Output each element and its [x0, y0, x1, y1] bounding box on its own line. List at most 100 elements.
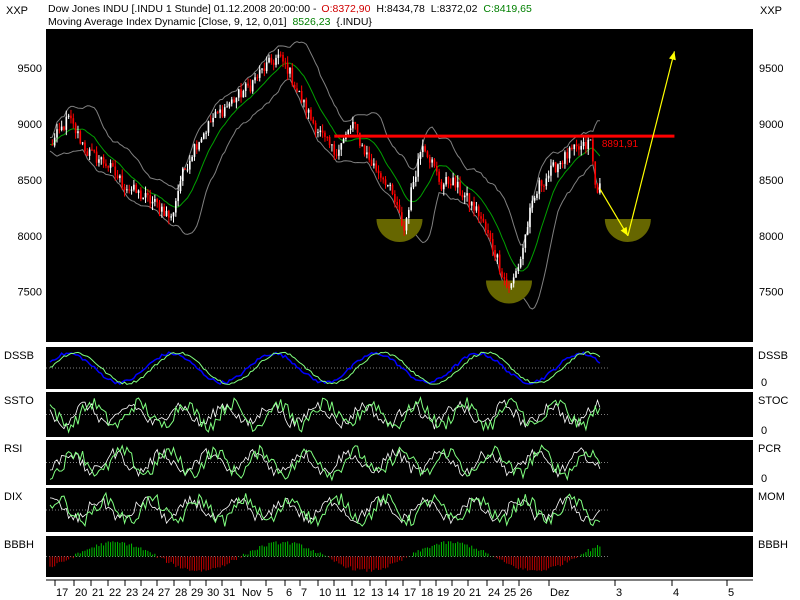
x-tick-label: Dez: [550, 587, 570, 599]
indicator-right-label: BBBH: [758, 539, 788, 551]
x-tick-label: 13: [371, 587, 383, 599]
candle-body: [438, 171, 440, 182]
candle-body: [394, 193, 396, 203]
indicator-tick-label: 0: [761, 425, 767, 437]
candle-body: [354, 121, 357, 124]
candle-body: [310, 109, 312, 120]
candle-body: [230, 99, 233, 104]
candle-body: [72, 118, 75, 124]
candle-body: [126, 189, 128, 191]
candle-body: [242, 90, 245, 98]
candle-body: [414, 176, 417, 182]
candle-body: [384, 179, 387, 186]
x-tick-label: 21: [469, 587, 481, 599]
resistance-label: 8891,91: [602, 139, 639, 150]
candle-body: [517, 267, 520, 272]
x-tick-label: 28: [175, 587, 187, 599]
candle-body: [531, 200, 534, 208]
candle-body: [405, 217, 408, 231]
candle-body: [482, 218, 485, 222]
candle-body: [554, 162, 557, 173]
x-tick-label: 27: [158, 587, 170, 599]
candle-body: [214, 111, 217, 118]
candle-body: [93, 149, 96, 152]
candle-body: [575, 144, 578, 147]
chart: 8891,91 DSSB DSSB 0 SSTO STOC 0 RSI PCR 0 DIX MOM B…: [4, 3, 788, 599]
candle-body: [366, 152, 368, 155]
candle-body: [88, 149, 91, 156]
candle-body: [156, 199, 159, 203]
candle-body: [557, 164, 559, 173]
candle-body: [435, 165, 438, 172]
y-tick-label-left: 9000: [18, 119, 42, 131]
candle-body: [466, 193, 468, 196]
candle-body: [58, 129, 61, 131]
candle-body: [256, 77, 259, 79]
candle-body: [181, 168, 184, 182]
candle-body: [147, 193, 149, 196]
candle-body: [77, 131, 79, 134]
candle-body: [63, 126, 65, 130]
candle-body: [550, 165, 552, 176]
candle-body: [123, 187, 126, 191]
candle-body: [421, 146, 424, 153]
candle-body: [449, 183, 452, 186]
candle-body: [452, 177, 454, 186]
x-tick-label: 18: [421, 587, 433, 599]
candle-body: [314, 123, 317, 133]
candle-body: [277, 54, 280, 58]
candle-body: [130, 189, 133, 191]
x-tick-label: 24: [142, 587, 154, 599]
candle-body: [235, 97, 238, 103]
candle-body: [342, 138, 345, 144]
candle-body: [454, 177, 457, 188]
candle-body: [188, 160, 191, 170]
candle-body: [431, 159, 433, 163]
candle-body: [501, 271, 503, 278]
candle-body: [545, 178, 548, 187]
candle-body: [263, 68, 266, 72]
candle-body: [512, 277, 515, 284]
candle-body: [228, 103, 231, 107]
candle-body: [105, 163, 107, 167]
candle-body: [303, 99, 305, 103]
candle-body: [447, 177, 450, 184]
candle-body: [356, 123, 359, 133]
candle-body: [249, 85, 252, 92]
candle-body: [419, 152, 422, 159]
candle-body: [440, 181, 443, 190]
candle-body: [67, 115, 70, 117]
candle-body: [363, 145, 366, 155]
x-tick-label: 17: [404, 587, 416, 599]
indicator-left-label: DIX: [4, 491, 23, 503]
x-tick-label: 10: [319, 587, 331, 599]
indicator-left-label: SSTO: [4, 395, 34, 407]
candle-body: [179, 181, 182, 192]
candle-body: [305, 99, 308, 113]
x-tick-label: 20: [75, 587, 87, 599]
x-tick-label: 31: [223, 587, 235, 599]
candle-body: [84, 142, 86, 152]
candle-body: [65, 116, 68, 130]
candle-body: [137, 190, 140, 193]
x-tick-label: 4: [673, 587, 679, 599]
indicator-tick-label: 0: [761, 473, 767, 485]
candle-body: [223, 107, 226, 117]
candle-body: [445, 177, 447, 185]
candle-body: [142, 197, 145, 199]
candle-body: [289, 67, 291, 74]
y-tick-label-right: 9500: [759, 63, 783, 75]
x-tick-label: Nov: [242, 587, 262, 599]
candle-body: [98, 159, 100, 163]
candle-body: [198, 142, 200, 150]
candle-body: [559, 162, 562, 165]
candle-body: [417, 158, 419, 177]
x-tick-label: 30: [207, 587, 219, 599]
candle-body: [377, 170, 380, 174]
candle-body: [515, 271, 517, 278]
candle-body: [473, 201, 475, 211]
candle-body: [552, 162, 555, 166]
candle-body: [161, 206, 163, 212]
x-tick-label: 20: [453, 587, 465, 599]
x-tick-label: 5: [728, 587, 734, 599]
